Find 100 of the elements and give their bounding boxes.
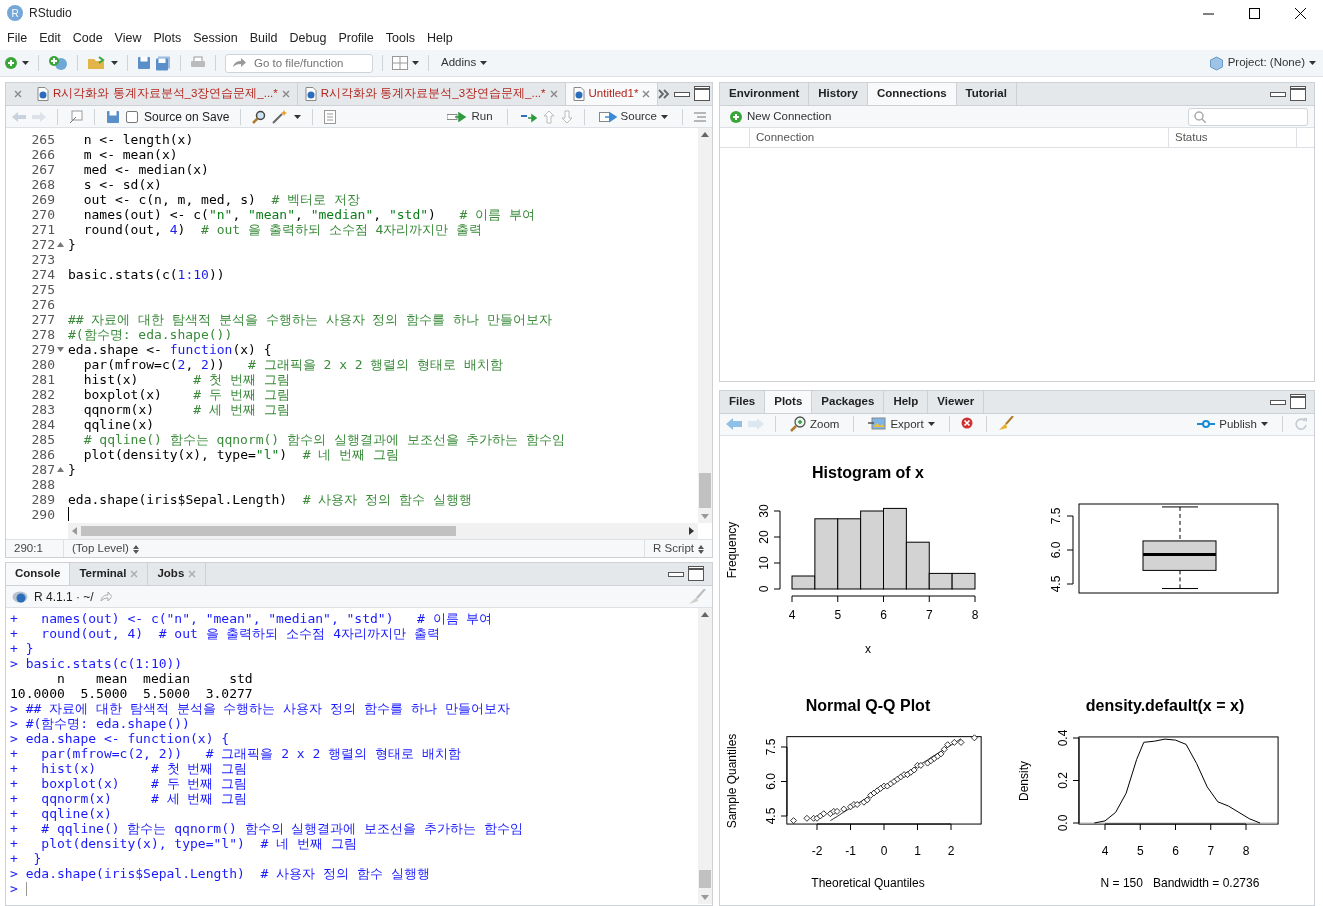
column-header[interactable]: Connection: [750, 128, 1168, 147]
caret-icon[interactable]: [111, 61, 118, 65]
tick-label: 0: [757, 585, 771, 592]
caret-icon[interactable]: [22, 61, 29, 65]
console-line: + hist(x) # 첫 번째 그림: [10, 761, 248, 776]
close-icon[interactable]: [1294, 7, 1306, 19]
minimize-pane-icon[interactable]: [1270, 397, 1286, 406]
save-all-icon[interactable]: [155, 55, 171, 71]
caret-icon[interactable]: [1309, 61, 1316, 65]
console-line: + names(out) <- c("n", "mean", "median", "std") # 이름 부여: [10, 611, 493, 626]
pane-tab[interactable]: Plots: [765, 390, 813, 413]
console-line: > eda.shape(iris$Sepal.Length) # 사용자 정의 함수 실행행: [10, 866, 430, 881]
tick-label: 4.5: [764, 807, 778, 824]
project-menu[interactable]: Project: (None): [1205, 54, 1319, 72]
maximize-pane-icon[interactable]: [688, 566, 704, 582]
export-icon: [868, 417, 887, 432]
line-number: 285: [31, 432, 55, 447]
maximize-pane-icon[interactable]: [694, 86, 711, 102]
sort-arrows-icon[interactable]: [698, 544, 704, 554]
caret-icon[interactable]: [661, 114, 668, 119]
more-tabs-icon[interactable]: [658, 89, 671, 99]
menu-item[interactable]: Profile: [332, 28, 380, 48]
code-line: s <- sd(x): [82, 177, 162, 192]
vertical-scrollbar[interactable]: [698, 608, 712, 904]
tick-label: 2: [947, 843, 955, 858]
axis-label: Frequency: [725, 521, 739, 578]
addins-menu[interactable]: Addins: [438, 54, 491, 72]
outline-icon[interactable]: [324, 109, 337, 124]
maximize-icon[interactable]: [1248, 7, 1260, 19]
add-icon[interactable]: [729, 109, 743, 124]
pane-tab[interactable]: Console: [6, 563, 71, 585]
console-line: + }: [10, 641, 34, 656]
minimize-pane-icon[interactable]: [674, 90, 691, 98]
export-button[interactable]: Export: [865, 415, 938, 433]
pane-tab[interactable]: Connections: [867, 83, 957, 105]
menu-item[interactable]: Tools: [379, 28, 421, 48]
source-button[interactable]: Source: [595, 107, 671, 126]
new-project-icon[interactable]: [48, 55, 68, 71]
code-line: # qqline() 함수는 qqnorm() 함수의 실행결과에 보조선을 추가하는 함수임: [82, 432, 566, 447]
caret-icon[interactable]: [1261, 422, 1268, 427]
fold-icon[interactable]: [57, 347, 64, 352]
menu-item[interactable]: Plots: [147, 28, 188, 48]
horizontal-scrollbar[interactable]: [68, 523, 698, 539]
checkbox-label[interactable]: Source on Save: [144, 107, 230, 126]
search-field[interactable]: [1188, 107, 1308, 126]
menu-item[interactable]: Session: [187, 28, 244, 48]
save-icon[interactable]: [106, 109, 120, 124]
save-icon[interactable]: [137, 56, 151, 70]
file-tab[interactable]: Untitled1*: [565, 83, 659, 105]
tick-label: 0.0: [1056, 814, 1070, 831]
column-header[interactable]: Status: [1168, 128, 1296, 147]
share-icon[interactable]: [99, 591, 112, 602]
axis-label: N = 150 Bandwidth = 0.2736: [1100, 875, 1260, 890]
line-number: 265: [31, 132, 55, 147]
minimize-pane-icon[interactable]: [1270, 90, 1286, 98]
line-number: 282: [31, 387, 55, 402]
console-line: >: [10, 881, 18, 896]
broom-icon[interactable]: [997, 416, 1014, 433]
menu-item[interactable]: File: [1, 28, 34, 48]
tick-label: 1: [914, 843, 921, 858]
menu-item[interactable]: View: [108, 28, 148, 48]
code-line: med <- median(x): [82, 162, 209, 177]
menu-item[interactable]: Code: [66, 28, 109, 48]
menu-item[interactable]: Debug: [283, 28, 333, 48]
run-button[interactable]: Run: [444, 107, 496, 126]
fold-icon[interactable]: [57, 242, 64, 247]
checkbox[interactable]: [126, 110, 138, 123]
code-line: }: [68, 462, 76, 477]
file-type-menu[interactable]: R Script: [653, 540, 694, 557]
scope-menu[interactable]: (Top Level): [72, 540, 129, 557]
console-line: + round(out, 4) # out 을 출력하되 소수점 4자리까지만 출력: [10, 626, 440, 641]
search-icon[interactable]: [252, 109, 267, 124]
tick-label: 6: [1172, 843, 1179, 858]
tick-label: 8: [971, 607, 979, 622]
new-connection-button[interactable]: New Connection: [726, 107, 835, 126]
line-number: 290: [31, 507, 55, 522]
menu-item[interactable]: Build: [243, 28, 284, 48]
minimize-pane-icon[interactable]: [668, 570, 684, 578]
fold-icon[interactable]: [57, 467, 64, 472]
zoom-button[interactable]: Zoom: [787, 415, 843, 433]
caret-icon[interactable]: [927, 422, 935, 427]
caret-icon[interactable]: [294, 114, 302, 119]
source-icon: [598, 110, 617, 123]
sort-arrows-icon[interactable]: [132, 544, 139, 554]
menu-item[interactable]: Edit: [33, 28, 67, 48]
publish-button[interactable]: Publish: [1194, 415, 1271, 433]
magic-wand-icon[interactable]: [272, 109, 289, 124]
data-point: [971, 734, 978, 741]
tick-label: 5: [1136, 843, 1144, 858]
line-number: 281: [31, 372, 55, 387]
maximize-pane-icon[interactable]: [1290, 393, 1306, 410]
caret-icon[interactable]: [412, 61, 419, 65]
vertical-scrollbar[interactable]: [698, 128, 712, 523]
line-number: 278: [31, 327, 55, 342]
console-line: + par(mfrow=c(2, 2)) # 그래픽을 2 x 2 행렬의 형태로 배치함: [10, 746, 461, 761]
caret-icon[interactable]: [480, 61, 488, 65]
go-to-file-field[interactable]: Go to file/function: [225, 53, 373, 73]
menu-item[interactable]: Help: [421, 28, 459, 48]
show-in-window-icon[interactable]: [69, 109, 83, 124]
maximize-pane-icon[interactable]: [1290, 86, 1306, 102]
